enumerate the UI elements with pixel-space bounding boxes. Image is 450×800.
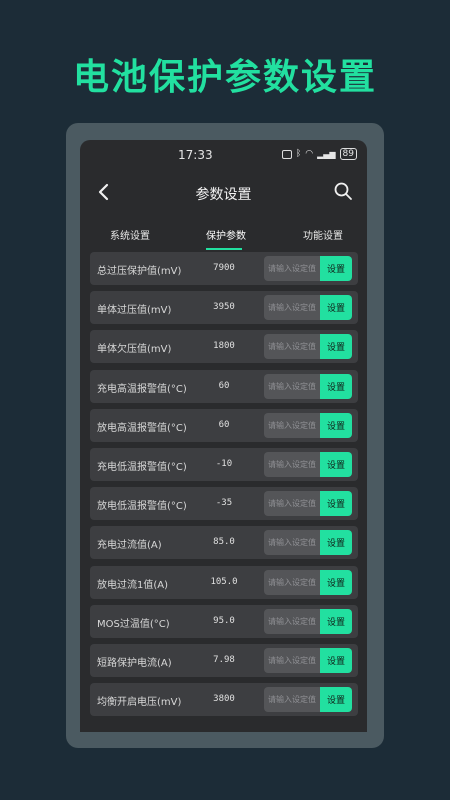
param-current-value: 1800 (213, 341, 235, 352)
param-input[interactable] (264, 412, 320, 438)
tab-system-settings[interactable]: 系统设置 (110, 227, 150, 242)
param-current-value: 3800 (213, 694, 235, 705)
param-row: 放电低温报警值(°C) -35 设置 (90, 487, 358, 521)
param-input[interactable] (264, 256, 320, 281)
param-label: 均衡开启电压(mV) (97, 697, 182, 709)
param-current-value: 85.0 (213, 537, 235, 548)
param-row: 单体欠压值(mV) 1800 设置 (90, 330, 358, 364)
param-input[interactable] (264, 334, 320, 360)
param-input[interactable] (264, 530, 320, 556)
param-label: 单体过压值(mV) (97, 305, 172, 317)
signal-icon: ▂▄▆ (317, 149, 336, 159)
set-button[interactable]: 设置 (320, 608, 352, 634)
tab-bar: 系统设置 保护参数 功能设置 (80, 222, 367, 250)
bluetooth-icon: ᛒ (295, 149, 302, 159)
param-label: 充电过流值(A) (97, 540, 162, 552)
param-row: 总过压保护值(mV) 7900 设置 (90, 252, 358, 285)
param-input[interactable] (264, 373, 320, 399)
param-label: 总过压保护值(mV) (97, 266, 182, 277)
param-label: 放电高温报警值(°C) (97, 422, 187, 434)
tab-protection-params[interactable]: 保护参数 (206, 227, 246, 242)
param-label: 放电低温报警值(°C) (97, 501, 187, 513)
nfc-icon (281, 149, 292, 159)
param-row: 放电过流1值(A) 105.0 设置 (90, 565, 358, 599)
set-button[interactable]: 设置 (320, 373, 352, 399)
param-label: 放电过流1值(A) (97, 579, 169, 591)
param-current-value: 7.98 (213, 655, 235, 665)
param-label: 短路保护电流(A) (97, 658, 172, 669)
param-input[interactable] (264, 295, 320, 321)
set-button[interactable]: 设置 (320, 569, 352, 595)
set-button[interactable]: 设置 (320, 295, 352, 321)
param-current-value: 7900 (213, 263, 235, 273)
param-input[interactable] (264, 648, 320, 673)
search-icon[interactable] (333, 181, 353, 201)
param-row: 充电低温报警值(°C) -10 设置 (90, 448, 358, 481)
param-label: 充电高温报警值(°C) (97, 383, 187, 395)
set-button[interactable]: 设置 (320, 530, 352, 556)
set-button[interactable]: 设置 (320, 687, 352, 713)
set-button[interactable]: 设置 (320, 452, 352, 477)
param-row: 放电高温报警值(°C) 60 设置 (90, 408, 358, 442)
wifi-icon: ◠ (305, 149, 314, 159)
set-button[interactable]: 设置 (320, 412, 352, 438)
nav-bar: 参数设置 (80, 176, 367, 208)
active-tab-indicator (206, 248, 242, 250)
status-icons: ᛒ ◠ ▂▄▆ 89 (281, 148, 357, 160)
param-input[interactable] (264, 687, 320, 713)
set-button[interactable]: 设置 (320, 334, 352, 360)
param-input[interactable] (264, 608, 320, 634)
page-title: 参数设置 (195, 187, 252, 203)
promo-headline: 电池保护参数设置 (72, 57, 377, 98)
battery-icon: 89 (339, 148, 357, 160)
set-button[interactable]: 设置 (320, 256, 352, 281)
param-current-value: -35 (215, 498, 233, 509)
param-current-value: -10 (215, 459, 233, 469)
status-bar: 17:33 ᛒ ◠ ▂▄▆ 89 (80, 140, 367, 168)
phone-screen: 17:33 ᛒ ◠ ▂▄▆ 89 参数设置 系统设置 保护参数 功能设置 总过压… (80, 140, 367, 732)
param-current-value: 60 (218, 380, 230, 391)
param-label: 充电低温报警值(°C) (97, 462, 187, 473)
status-time: 17:33 (178, 148, 213, 162)
param-current-value: 105.0 (210, 576, 238, 587)
tab-function-settings[interactable]: 功能设置 (303, 227, 343, 242)
param-current-value: 3950 (213, 302, 235, 313)
set-button[interactable]: 设置 (320, 491, 352, 517)
param-label: MOS过温值(°C) (97, 618, 170, 630)
param-row: MOS过温值(°C) 95.0 设置 (90, 604, 358, 638)
param-row: 充电高温报警值(°C) 60 设置 (90, 369, 358, 403)
param-input[interactable] (264, 452, 320, 477)
set-button[interactable]: 设置 (320, 648, 352, 673)
param-current-value: 95.0 (213, 615, 235, 626)
param-input[interactable] (264, 569, 320, 595)
param-row: 均衡开启电压(mV) 3800 设置 (90, 683, 358, 717)
param-label: 单体欠压值(mV) (97, 344, 172, 356)
param-current-value: 60 (218, 419, 230, 430)
param-row: 单体过压值(mV) 3950 设置 (90, 291, 358, 325)
param-row: 充电过流值(A) 85.0 设置 (90, 526, 358, 560)
param-input[interactable] (264, 491, 320, 517)
param-row: 短路保护电流(A) 7.98 设置 (90, 644, 358, 677)
